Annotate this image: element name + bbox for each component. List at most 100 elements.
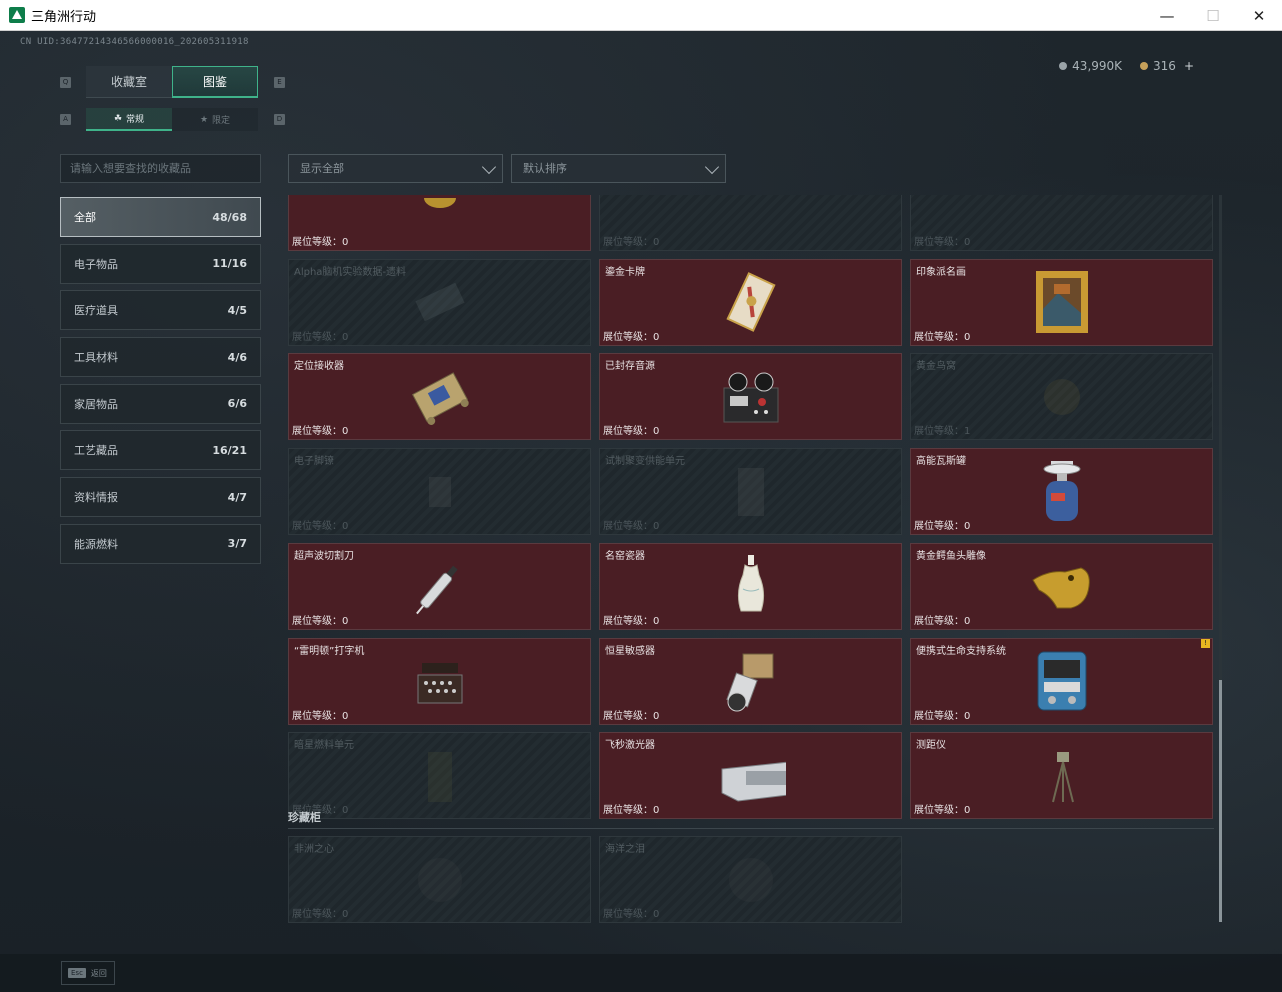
collection-card[interactable]: 飞秒激光器 展位等级：0 <box>599 732 902 820</box>
category-item[interactable]: 能源燃料 3/7 <box>60 523 261 564</box>
level-value: 0 <box>653 710 660 722</box>
player-uid: CN UID:36477214346566000016_202605311918 <box>20 37 249 47</box>
collection-card[interactable]: 电子脚镣 展位等级：0 <box>288 448 591 536</box>
card-level: 展位等级：0 <box>603 801 659 816</box>
window-title: 三角洲行动 <box>31 9 97 25</box>
star-sensor-icon <box>716 649 786 713</box>
collection-card[interactable]: 测距仪 展位等级：0 <box>910 732 1213 820</box>
level-value: 0 <box>342 426 349 438</box>
collection-card[interactable]: 暗星燃料单元 展位等级：0 <box>288 732 591 820</box>
category-item[interactable]: 资料情报 4/7 <box>60 477 261 518</box>
card-name: 恒星敏感器 <box>605 645 655 657</box>
level-prefix: 展位等级： <box>603 805 653 817</box>
level-value: 0 <box>964 710 971 722</box>
category-item[interactable]: 全部 48/68 <box>60 197 261 237</box>
tab-limited[interactable]: ★ 限定 <box>172 108 258 131</box>
collection-card[interactable]: 便携式生命支持系统 展位等级：0! <box>910 637 1213 725</box>
grid-scrollbar[interactable] <box>1219 195 1222 922</box>
collection-card[interactable]: 鎏金卡牌 展位等级：0 <box>599 258 902 346</box>
level-value: 0 <box>342 615 349 627</box>
category-item[interactable]: 医疗道具 4/5 <box>60 290 261 331</box>
add-currency-button[interactable]: + <box>1184 59 1194 73</box>
level-value: 0 <box>964 805 971 817</box>
tab-catalog[interactable]: 图鉴 <box>172 66 258 98</box>
collection-card[interactable]: 展位等级：0 <box>599 195 902 251</box>
section-title: 珍藏柜 <box>288 811 321 824</box>
category-label: 医疗道具 <box>74 304 118 318</box>
tape-recorder-icon <box>716 365 786 429</box>
show-filter-select[interactable]: 显示全部 <box>288 154 503 183</box>
collection-card[interactable]: 印象派名画 展位等级：0 <box>910 258 1213 346</box>
level-value: 0 <box>653 331 660 343</box>
card-level: 展位等级：0 <box>603 612 659 627</box>
gold-coin-icon <box>1140 62 1149 70</box>
card-level: 展位等级：0 <box>292 612 348 627</box>
close-button[interactable]: ✕ <box>1236 0 1282 31</box>
collection-card[interactable]: 定位接收器 展位等级：0 <box>288 353 591 441</box>
sort-value: 默认排序 <box>523 162 567 175</box>
collection-card[interactable]: 名窑瓷器 展位等级：0 <box>599 542 902 630</box>
card-level: 展位等级：0 <box>603 905 659 920</box>
search-input[interactable]: 请输入想要查找的收藏品 <box>60 154 261 183</box>
back-button[interactable]: Esc 返回 <box>61 961 115 985</box>
category-item[interactable]: 电子物品 11/16 <box>60 243 261 284</box>
gold-medal-icon <box>405 195 475 240</box>
collection-card[interactable]: 超声波切割刀 展位等级：0 <box>288 542 591 630</box>
category-item[interactable]: 工具材料 4/6 <box>60 337 261 378</box>
regular-icon: ☘ <box>113 113 123 124</box>
gem-icon <box>716 848 786 912</box>
maximize-button[interactable]: ☐ <box>1190 0 1236 31</box>
collection-card[interactable]: 黄金鳄鱼头雕像 展位等级：0 <box>910 542 1213 630</box>
card-name: 便携式生命支持系统 <box>916 645 1006 657</box>
level-prefix: 展位等级： <box>914 521 964 533</box>
sub-tabs: ☘ 常规 ★ 限定 <box>86 108 258 131</box>
ankle-monitor-icon <box>405 460 475 524</box>
collection-card[interactable]: 海洋之泪 展位等级：0 <box>599 836 902 923</box>
category-item[interactable]: 工艺藏品 16/21 <box>60 430 261 471</box>
tab-collection-room[interactable]: 收藏室 <box>86 66 172 98</box>
alert-badge: ! <box>1201 638 1210 648</box>
category-count: 48/68 <box>212 210 247 224</box>
minimize-button[interactable]: — <box>1144 0 1190 31</box>
level-prefix: 展位等级： <box>603 710 653 722</box>
footer-bar: Esc 返回 <box>0 954 1282 992</box>
card-name: 电子脚镣 <box>294 456 334 468</box>
esc-key-hint: Esc <box>68 968 86 978</box>
collection-card[interactable]: 试制聚变供能单元 展位等级：0 <box>599 448 902 536</box>
level-value: 0 <box>653 615 660 627</box>
life-support-icon <box>1027 649 1097 713</box>
card-name: 暗星燃料单元 <box>294 740 354 752</box>
category-count: 4/6 <box>227 350 247 364</box>
collection-card[interactable]: Alpha脑机实验数据-遗料 展位等级：0 <box>288 258 591 346</box>
collection-card[interactable]: 黄金鸟窝 展位等级：1 <box>910 353 1213 441</box>
level-value: 0 <box>653 237 660 248</box>
card-level: 展位等级：0 <box>914 707 970 722</box>
collection-card[interactable]: 已封存音源 展位等级：0 <box>599 353 902 441</box>
collection-card[interactable]: 展位等级：0 <box>288 195 591 251</box>
back-label: 返回 <box>90 968 107 978</box>
category-count: 6/6 <box>227 397 247 411</box>
key-hint-a: A <box>60 114 71 125</box>
item-icon <box>1027 195 1097 240</box>
category-count: 4/7 <box>227 490 247 504</box>
collection-card[interactable]: 恒星敏感器展位等级：0 <box>599 637 902 725</box>
scrollbar-thumb[interactable] <box>1219 680 1222 922</box>
category-item[interactable]: 家居物品 6/6 <box>60 383 261 424</box>
level-value: 0 <box>342 521 349 533</box>
category-list: 全部 48/68 电子物品 11/16 医疗道具 4/5 工具材料 4/6 家居物品 6/6 工艺藏… <box>60 197 261 571</box>
category-label: 工艺藏品 <box>74 444 118 458</box>
collection-card[interactable]: 展位等级：0 <box>910 195 1213 251</box>
collection-card[interactable]: 非洲之心 展位等级：0 <box>288 836 591 923</box>
sort-select[interactable]: 默认排序 <box>511 154 726 183</box>
level-prefix: 展位等级： <box>914 331 964 343</box>
collection-card[interactable]: “雷明顿”打字机 展位等级：0 <box>288 637 591 725</box>
category-label: 家居物品 <box>74 397 118 411</box>
card-name: 黄金鳄鱼头雕像 <box>916 550 986 562</box>
card-level: 展位等级：0 <box>292 707 348 722</box>
level-prefix: 展位等级： <box>914 710 964 722</box>
gilded-card-icon <box>716 270 786 334</box>
collection-card[interactable]: 高能瓦斯罐 展位等级：0 <box>910 448 1213 536</box>
tab-regular[interactable]: ☘ 常规 <box>86 108 172 131</box>
category-label: 能源燃料 <box>74 537 118 551</box>
currency-bar: 43,990K 316 + <box>1059 59 1194 73</box>
